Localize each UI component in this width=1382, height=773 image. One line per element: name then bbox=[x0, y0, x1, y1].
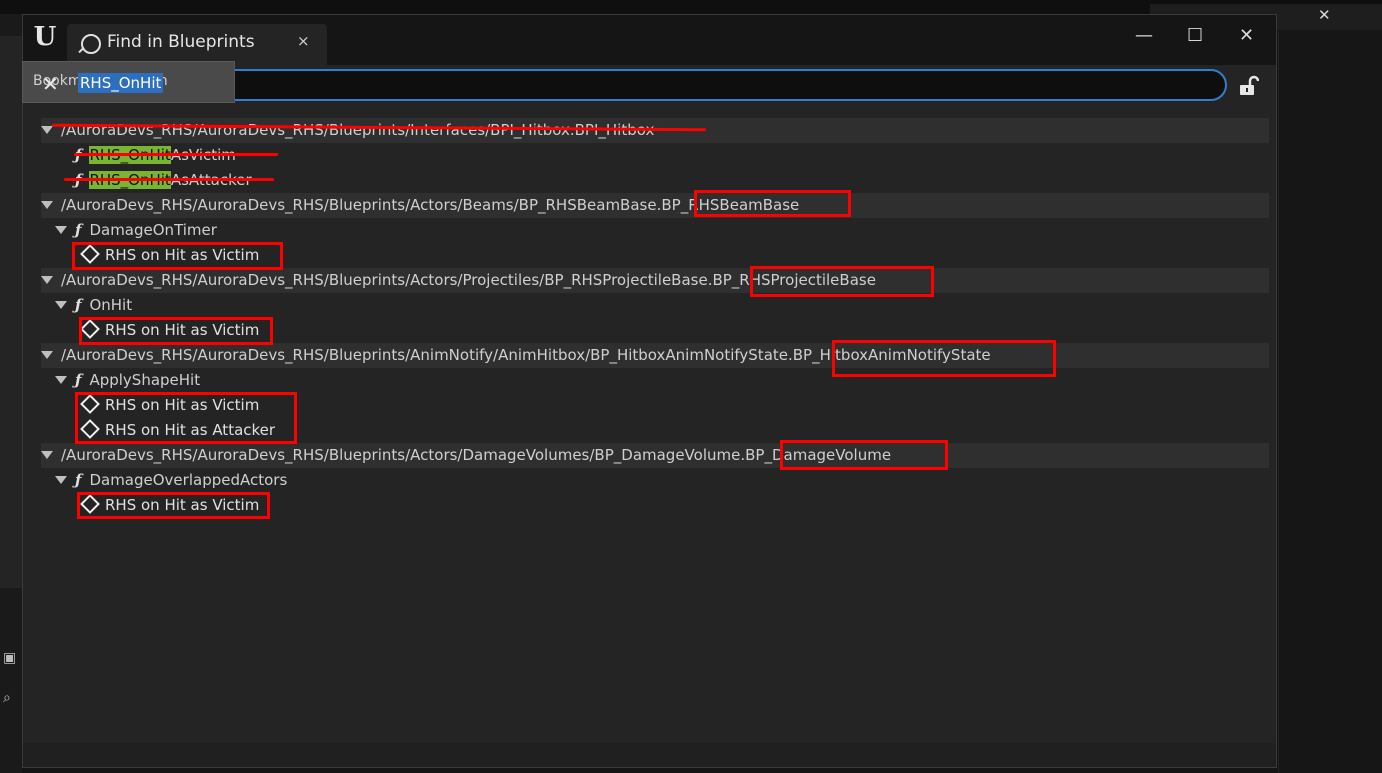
function-icon: ƒ bbox=[75, 221, 82, 239]
expand-arrow-icon[interactable] bbox=[41, 451, 53, 459]
node-name: RHS on Hit as Victim bbox=[105, 496, 260, 514]
tab-close-icon[interactable]: × bbox=[297, 32, 310, 50]
expand-arrow-icon[interactable] bbox=[41, 276, 53, 284]
result-node-row[interactable]: RHS on Hit as Victim bbox=[41, 393, 1269, 418]
tab-title: Find in Blueprints bbox=[107, 32, 255, 52]
function-icon: ƒ bbox=[75, 171, 82, 189]
node-name: RHS on Hit as Victim bbox=[105, 246, 260, 264]
tab-find-in-blueprints[interactable]: Find in Blueprints × bbox=[67, 24, 327, 65]
result-blueprint-row[interactable]: /AuroraDevs_RHS/AuroraDevs_RHS/Blueprint… bbox=[41, 193, 1269, 218]
function-name: ApplyShapeHit bbox=[89, 371, 201, 389]
blueprint-path: /AuroraDevs_RHS/AuroraDevs_RHS/Blueprint… bbox=[61, 271, 876, 289]
expand-arrow-icon[interactable] bbox=[55, 376, 67, 384]
result-blueprint-row[interactable]: /AuroraDevs_RHS/AuroraDevs_RHS/Blueprint… bbox=[41, 443, 1269, 468]
expand-arrow-icon[interactable] bbox=[55, 476, 67, 484]
title-bar: U Find in Blueprints × — ☐ ✕ bbox=[23, 15, 1276, 65]
node-icon bbox=[80, 494, 100, 514]
function-name-rest: AsVictim bbox=[170, 146, 236, 164]
blueprint-asset-name: BP_RHSProjectileBase bbox=[712, 271, 876, 289]
minimize-button[interactable]: — bbox=[1135, 25, 1153, 46]
node-name: RHS on Hit as Attacker bbox=[105, 421, 276, 439]
blueprint-path: /AuroraDevs_RHS/AuroraDevs_RHS/Blueprint… bbox=[61, 446, 892, 464]
result-function-row[interactable]: ƒ DamageOnTimer bbox=[41, 218, 1269, 243]
function-name-rest: AsAttacker bbox=[170, 171, 252, 189]
function-name: DamageOnTimer bbox=[89, 221, 217, 239]
expand-arrow-icon[interactable] bbox=[55, 301, 67, 309]
node-icon bbox=[80, 319, 100, 339]
node-name: RHS on Hit as Victim bbox=[105, 396, 260, 414]
match-highlight: RHS_OnHit bbox=[89, 146, 171, 164]
function-icon: ƒ bbox=[75, 371, 82, 389]
result-function-row[interactable]: ƒ OnHit bbox=[41, 293, 1269, 318]
expand-arrow-icon[interactable] bbox=[41, 126, 53, 134]
function-icon: ƒ bbox=[75, 471, 82, 489]
match-highlight: RHS_OnHit bbox=[89, 171, 171, 189]
close-button[interactable]: ✕ bbox=[1239, 25, 1254, 46]
maximize-button[interactable]: ☐ bbox=[1187, 25, 1203, 46]
blueprint-asset-name: BP_RHSBeamBase bbox=[661, 196, 800, 214]
node-icon bbox=[80, 394, 100, 414]
result-blueprint-row[interactable]: /AuroraDevs_RHS/AuroraDevs_RHS/Blueprint… bbox=[41, 343, 1269, 368]
editor-left-panel bbox=[0, 36, 22, 588]
function-name: DamageOverlappedActors bbox=[89, 471, 288, 489]
expand-arrow-icon[interactable] bbox=[41, 201, 53, 209]
blueprint-path: /AuroraDevs_RHS/AuroraDevs_RHS/Blueprint… bbox=[61, 346, 991, 364]
result-node-row[interactable]: RHS on Hit as Attacker bbox=[41, 418, 1269, 443]
result-function-row[interactable]: ƒ RHS_OnHitAsAttacker bbox=[41, 168, 1269, 193]
blueprint-asset-name: BP_HitboxAnimNotifyState bbox=[792, 346, 991, 364]
unlock-icon[interactable] bbox=[1237, 75, 1259, 97]
save-icon[interactable]: ▣ bbox=[3, 650, 16, 666]
result-blueprint-row[interactable]: /AuroraDevs_RHS/AuroraDevs_RHS/Blueprint… bbox=[41, 268, 1269, 293]
result-function-row[interactable]: ƒ DamageOverlappedActors bbox=[41, 468, 1269, 493]
unreal-logo-icon: U bbox=[33, 22, 57, 52]
result-blueprint-row[interactable]: /AuroraDevs_RHS/AuroraDevs_RHS/Blueprint… bbox=[41, 118, 1269, 143]
result-function-row[interactable]: ƒ ApplyShapeHit bbox=[41, 368, 1269, 393]
blueprint-asset-name: BP_DamageVolume bbox=[745, 446, 892, 464]
result-function-row[interactable]: ƒ RHS_OnHitAsVictim bbox=[41, 143, 1269, 168]
blueprint-path: /AuroraDevs_RHS/AuroraDevs_RHS/Blueprint… bbox=[61, 121, 655, 139]
editor-right-panel bbox=[1278, 30, 1382, 773]
search-icon[interactable]: ⌕ bbox=[3, 690, 11, 706]
results-tree: /AuroraDevs_RHS/AuroraDevs_RHS/Blueprint… bbox=[41, 118, 1269, 718]
editor-right-close-icon[interactable]: ✕ bbox=[1318, 6, 1331, 24]
find-icon bbox=[81, 34, 101, 54]
blueprint-path: /AuroraDevs_RHS/AuroraDevs_RHS/Blueprint… bbox=[61, 196, 800, 214]
status-bar bbox=[23, 743, 1276, 767]
function-icon: ƒ bbox=[75, 296, 82, 314]
function-name: OnHit bbox=[89, 296, 133, 314]
expand-arrow-icon[interactable] bbox=[55, 226, 67, 234]
result-node-row[interactable]: RHS on Hit as Victim bbox=[41, 318, 1269, 343]
search-selected-text[interactable]: RHS_OnHit bbox=[78, 73, 164, 93]
node-icon bbox=[80, 419, 100, 439]
expand-arrow-icon[interactable] bbox=[41, 351, 53, 359]
node-name: RHS on Hit as Victim bbox=[105, 321, 260, 339]
result-node-row[interactable]: RHS on Hit as Victim bbox=[41, 493, 1269, 518]
function-icon: ƒ bbox=[75, 146, 82, 164]
search-clear-icon[interactable]: ✕ bbox=[42, 72, 59, 96]
node-icon bbox=[80, 244, 100, 264]
result-node-row[interactable]: RHS on Hit as Victim bbox=[41, 243, 1269, 268]
find-in-blueprints-window: U Find in Blueprints × — ☐ ✕ /AuroraDevs… bbox=[22, 14, 1277, 768]
